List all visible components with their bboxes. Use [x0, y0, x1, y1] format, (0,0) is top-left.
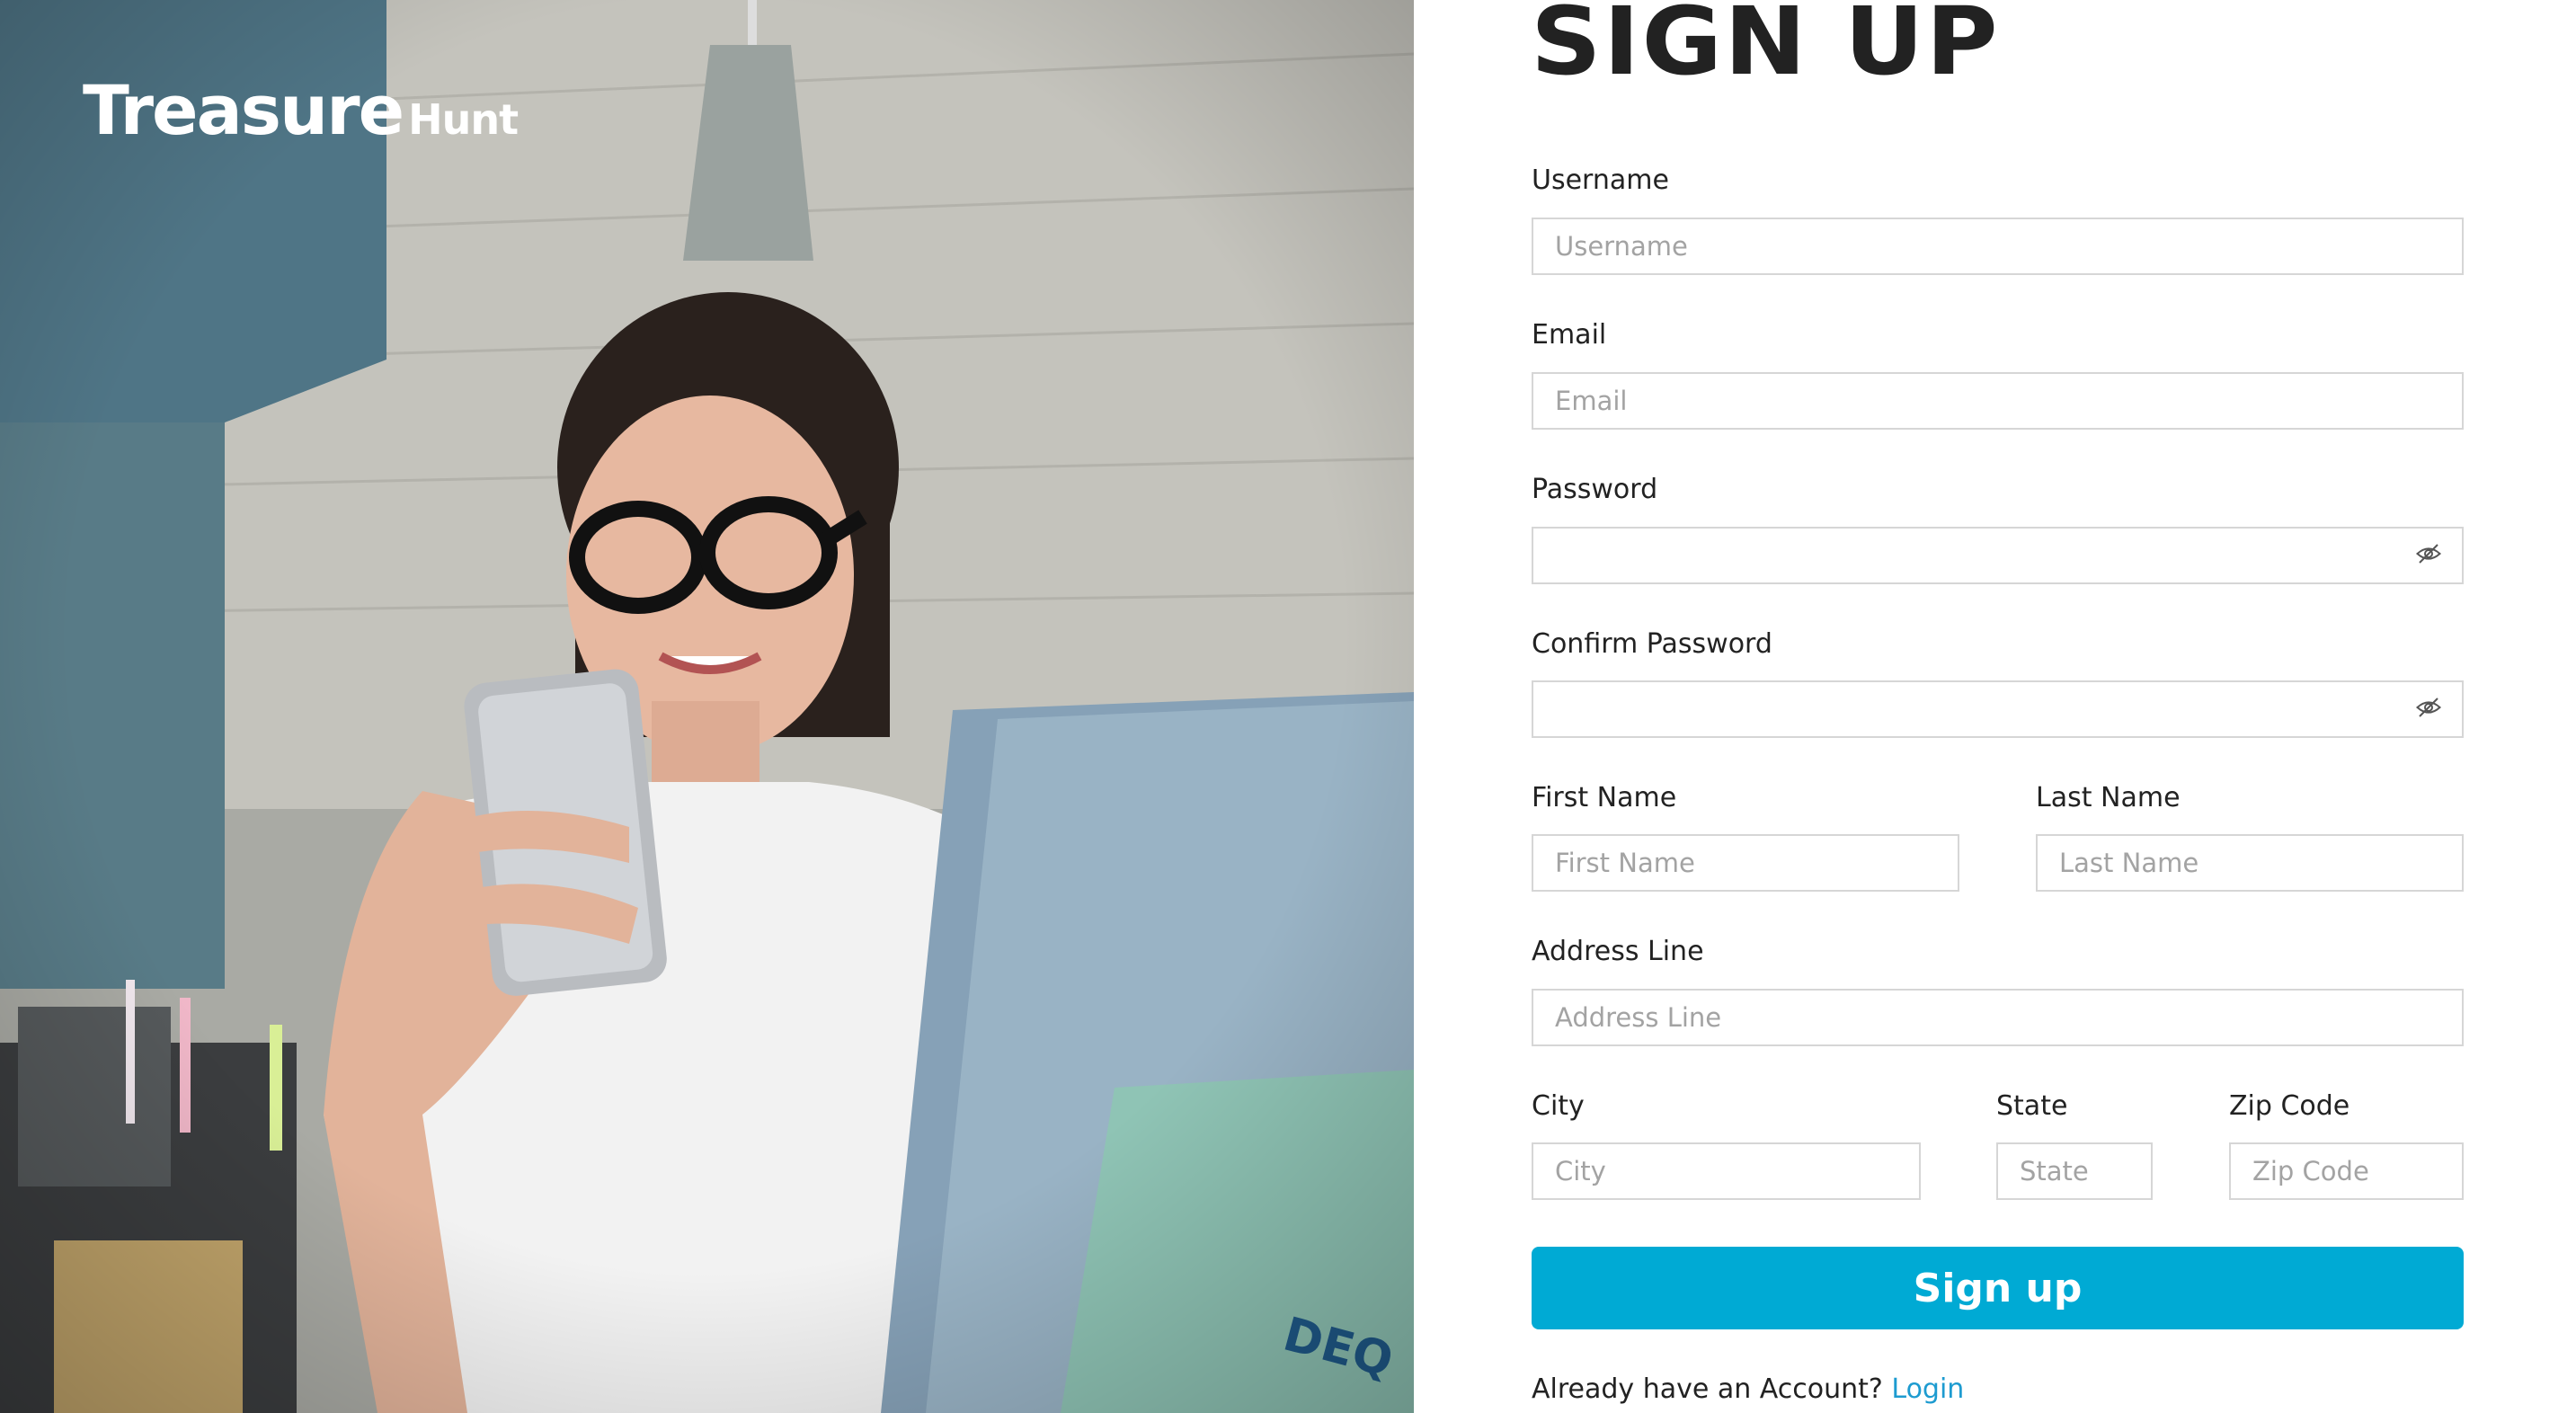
password-field-wrapper — [1532, 527, 2464, 584]
confirm-password-label: Confirm Password — [1532, 628, 1772, 660]
login-link[interactable]: Login — [1891, 1373, 1964, 1405]
last-name-label: Last Name — [2036, 782, 2181, 813]
address-label: Address Line — [1532, 936, 1704, 967]
brand-suffix: Hunt — [408, 95, 519, 144]
hero-photo: DEQ TreasureHunt — [0, 0, 1414, 1413]
city-input[interactable] — [1532, 1142, 1921, 1200]
login-prompt-text: Already have an Account? — [1532, 1373, 1883, 1405]
city-label: City — [1532, 1090, 1585, 1122]
signup-button[interactable]: Sign up — [1532, 1247, 2464, 1329]
woman-with-phone-photo: DEQ — [0, 0, 1414, 1413]
address-input[interactable] — [1532, 989, 2464, 1046]
login-prompt: Already have an Account? Login — [1532, 1373, 1964, 1405]
confirm-password-input[interactable] — [1532, 680, 2464, 738]
eye-slash-icon[interactable] — [2415, 540, 2442, 567]
username-input[interactable] — [1532, 218, 2464, 275]
last-name-input[interactable] — [2036, 834, 2464, 892]
email-label: Email — [1532, 319, 1607, 351]
first-name-label: First Name — [1532, 782, 1677, 813]
first-name-input[interactable] — [1532, 834, 1959, 892]
state-label: State — [1996, 1090, 2068, 1122]
brand-name: Treasure — [83, 70, 404, 150]
signup-form: SIGN UP Username Email Password Confirm … — [1414, 0, 2576, 1413]
password-label: Password — [1532, 474, 1658, 505]
password-input[interactable] — [1532, 527, 2464, 584]
state-input[interactable] — [1996, 1142, 2153, 1200]
zip-code-input[interactable] — [2229, 1142, 2464, 1200]
brand-logo[interactable]: Treasure Hunt — [83, 70, 519, 150]
eye-slash-icon[interactable] — [2415, 694, 2442, 721]
email-input[interactable] — [1532, 372, 2464, 430]
zip-code-label: Zip Code — [2229, 1090, 2350, 1122]
username-label: Username — [1532, 164, 1669, 196]
page-title: SIGN UP — [1531, 0, 2000, 96]
confirm-password-field-wrapper — [1532, 680, 2464, 738]
